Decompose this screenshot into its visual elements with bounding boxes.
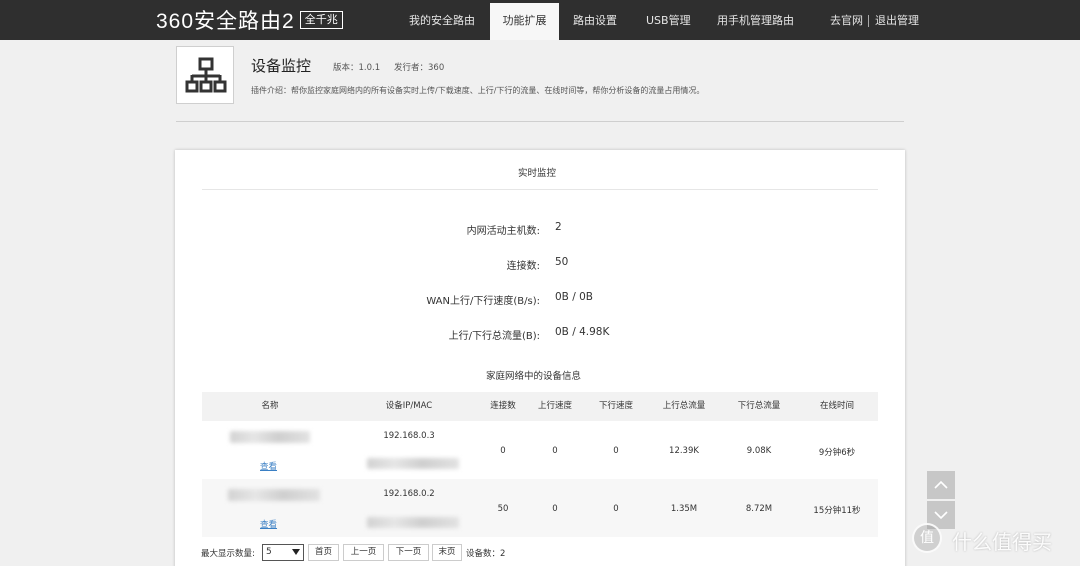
router-logo: 360安全路由2 全千兆	[156, 8, 343, 33]
device-up-total: 12.39K	[669, 446, 699, 456]
logo-badge: 全千兆	[299, 11, 343, 29]
page-size-select[interactable]: 5	[262, 544, 304, 561]
col-ip-mac: 设备IP/MAC	[385, 401, 433, 411]
logo-text: 360安全路由2	[156, 10, 295, 33]
chevron-down-icon	[292, 549, 300, 555]
realtime-monitor-title: 实时监控	[518, 168, 557, 179]
device-connections: 50	[497, 504, 509, 514]
scroll-top-button[interactable]	[927, 471, 955, 499]
stat-wan-speed-value: 0B / 0B	[555, 291, 593, 303]
device-online-time: 15分钟11秒	[813, 506, 861, 516]
redacted-device-mac	[367, 517, 459, 528]
plugin-title: 设备监控	[251, 57, 312, 75]
max-display-label: 最大显示数量:	[201, 549, 255, 559]
col-up-speed: 上行速度	[537, 401, 572, 411]
plugin-publisher: 发行者：360	[394, 63, 445, 73]
device-connections: 0	[500, 446, 506, 456]
device-down-speed: 0	[613, 446, 619, 456]
table-row: 查看 192.168.0.3 0 0 0 12.39K 9.08K 9分钟6秒	[202, 421, 878, 479]
device-table-header: 名称 设备IP/MAC 连接数 上行速度 下行速度 上行总流量 下行总流量 在线…	[202, 392, 878, 421]
view-device-link[interactable]: 查看	[260, 460, 277, 472]
table-row: 查看 192.168.0.2 50 0 0 1.35M 8.72M 15分钟11…	[202, 479, 878, 537]
redacted-device-name	[228, 489, 320, 501]
page-size-value: 5	[266, 547, 272, 557]
redacted-device-mac	[367, 458, 459, 469]
stat-total-traffic-label: 上行/下行总流量(B):	[448, 331, 540, 342]
col-down-speed: 下行速度	[598, 401, 633, 411]
chevron-down-icon	[934, 511, 948, 520]
tab-extensions[interactable]: 功能扩展	[490, 3, 559, 40]
panel-divider	[202, 189, 878, 190]
col-down-total: 下行总流量	[737, 401, 781, 411]
logout-link[interactable]: 退出管理	[875, 0, 919, 40]
device-online-time: 9分钟6秒	[818, 448, 856, 458]
stat-connections-label: 连接数:	[506, 261, 540, 272]
col-name: 名称	[261, 401, 279, 411]
device-down-speed: 0	[613, 504, 619, 514]
device-table-title: 家庭网络中的设备信息	[486, 371, 582, 382]
top-navigation-bar: 360安全路由2 全千兆 我的安全路由 功能扩展 路由设置 USB管理 用手机管…	[0, 0, 1080, 40]
col-online-time: 在线时间	[819, 401, 854, 411]
device-up-speed: 0	[552, 446, 558, 456]
last-page-button[interactable]: 末页	[432, 544, 462, 561]
official-site-link[interactable]: 去官网	[830, 0, 863, 40]
tab-my-router[interactable]: 我的安全路由	[409, 0, 475, 40]
stat-active-hosts-label: 内网活动主机数:	[466, 226, 540, 237]
tab-usb-management[interactable]: USB管理	[646, 0, 691, 40]
device-ip: 192.168.0.3	[383, 431, 435, 441]
watermark-logo-icon: 值	[912, 523, 942, 553]
plugin-version: 版本：1.0.1	[333, 63, 381, 73]
device-ip: 192.168.0.2	[383, 489, 435, 499]
tab-mobile-management[interactable]: 用手机管理路由	[717, 0, 794, 40]
nav-divider	[868, 15, 869, 27]
device-count: 设备数：2	[466, 549, 506, 559]
header-divider	[176, 121, 904, 122]
prev-page-button[interactable]: 上一页	[343, 544, 384, 561]
device-up-speed: 0	[552, 504, 558, 514]
redacted-device-name	[230, 431, 310, 443]
stat-connections-value: 50	[555, 256, 569, 268]
device-down-total: 9.08K	[746, 446, 772, 456]
next-page-button[interactable]: 下一页	[388, 544, 429, 561]
device-down-total: 8.72M	[745, 504, 773, 514]
tab-router-settings[interactable]: 路由设置	[573, 0, 617, 40]
first-page-button[interactable]: 首页	[308, 544, 339, 561]
watermark-text: 什么值得买	[952, 530, 1052, 554]
col-connections: 连接数	[490, 401, 516, 411]
col-up-total: 上行总流量	[662, 401, 706, 411]
device-up-total: 1.35M	[670, 504, 698, 514]
stat-wan-speed-label: WAN上行/下行速度(B/s):	[426, 296, 540, 307]
chevron-up-icon	[934, 480, 948, 489]
plugin-description: 插件介绍：帮你监控家庭网络内的所有设备实时上传/下载速度、上行/下行的流量、在线…	[251, 86, 705, 95]
network-topology-icon	[176, 46, 234, 104]
view-device-link[interactable]: 查看	[260, 518, 277, 530]
stat-total-traffic-value: 0B / 4.98K	[555, 326, 610, 338]
stat-active-hosts-value: 2	[555, 221, 562, 233]
